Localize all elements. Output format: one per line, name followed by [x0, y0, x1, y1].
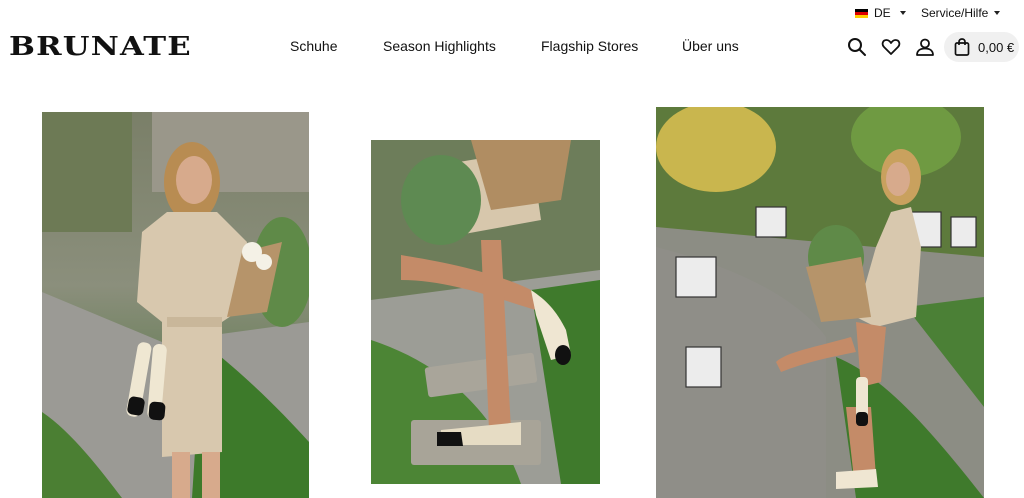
lookbook-image-woman-posing-garden[interactable] — [656, 107, 984, 498]
language-code: DE — [874, 6, 891, 20]
cart-total: 0,00 € — [978, 39, 1015, 55]
language-selector[interactable]: DE — [855, 6, 906, 20]
nav-item-ueber-uns[interactable]: Über uns — [682, 38, 739, 54]
heart-icon[interactable] — [881, 37, 901, 57]
service-help-label: Service/Hilfe — [921, 6, 989, 20]
user-icon[interactable] — [915, 37, 935, 57]
service-help-menu[interactable]: Service/Hilfe — [921, 6, 1001, 20]
brand-logo[interactable]: BRUNATE — [9, 32, 192, 62]
search-icon[interactable] — [847, 37, 867, 57]
chevron-down-icon — [994, 11, 1001, 15]
shopping-bag-icon — [954, 38, 970, 56]
lookbook-image-woman-holding-flats[interactable] — [42, 112, 309, 498]
nav-item-schuhe[interactable]: Schuhe — [290, 38, 337, 54]
top-utility-bar: DE Service/Hilfe — [0, 0, 1024, 26]
lookbook-image-legs-ballerina-flats[interactable] — [371, 140, 600, 484]
flag-de-icon — [855, 8, 868, 18]
nav-item-flagship-stores[interactable]: Flagship Stores — [541, 38, 638, 54]
chevron-down-icon — [899, 11, 906, 15]
nav-item-season-highlights[interactable]: Season Highlights — [383, 38, 496, 54]
cart-button[interactable]: 0,00 € — [944, 32, 1019, 62]
